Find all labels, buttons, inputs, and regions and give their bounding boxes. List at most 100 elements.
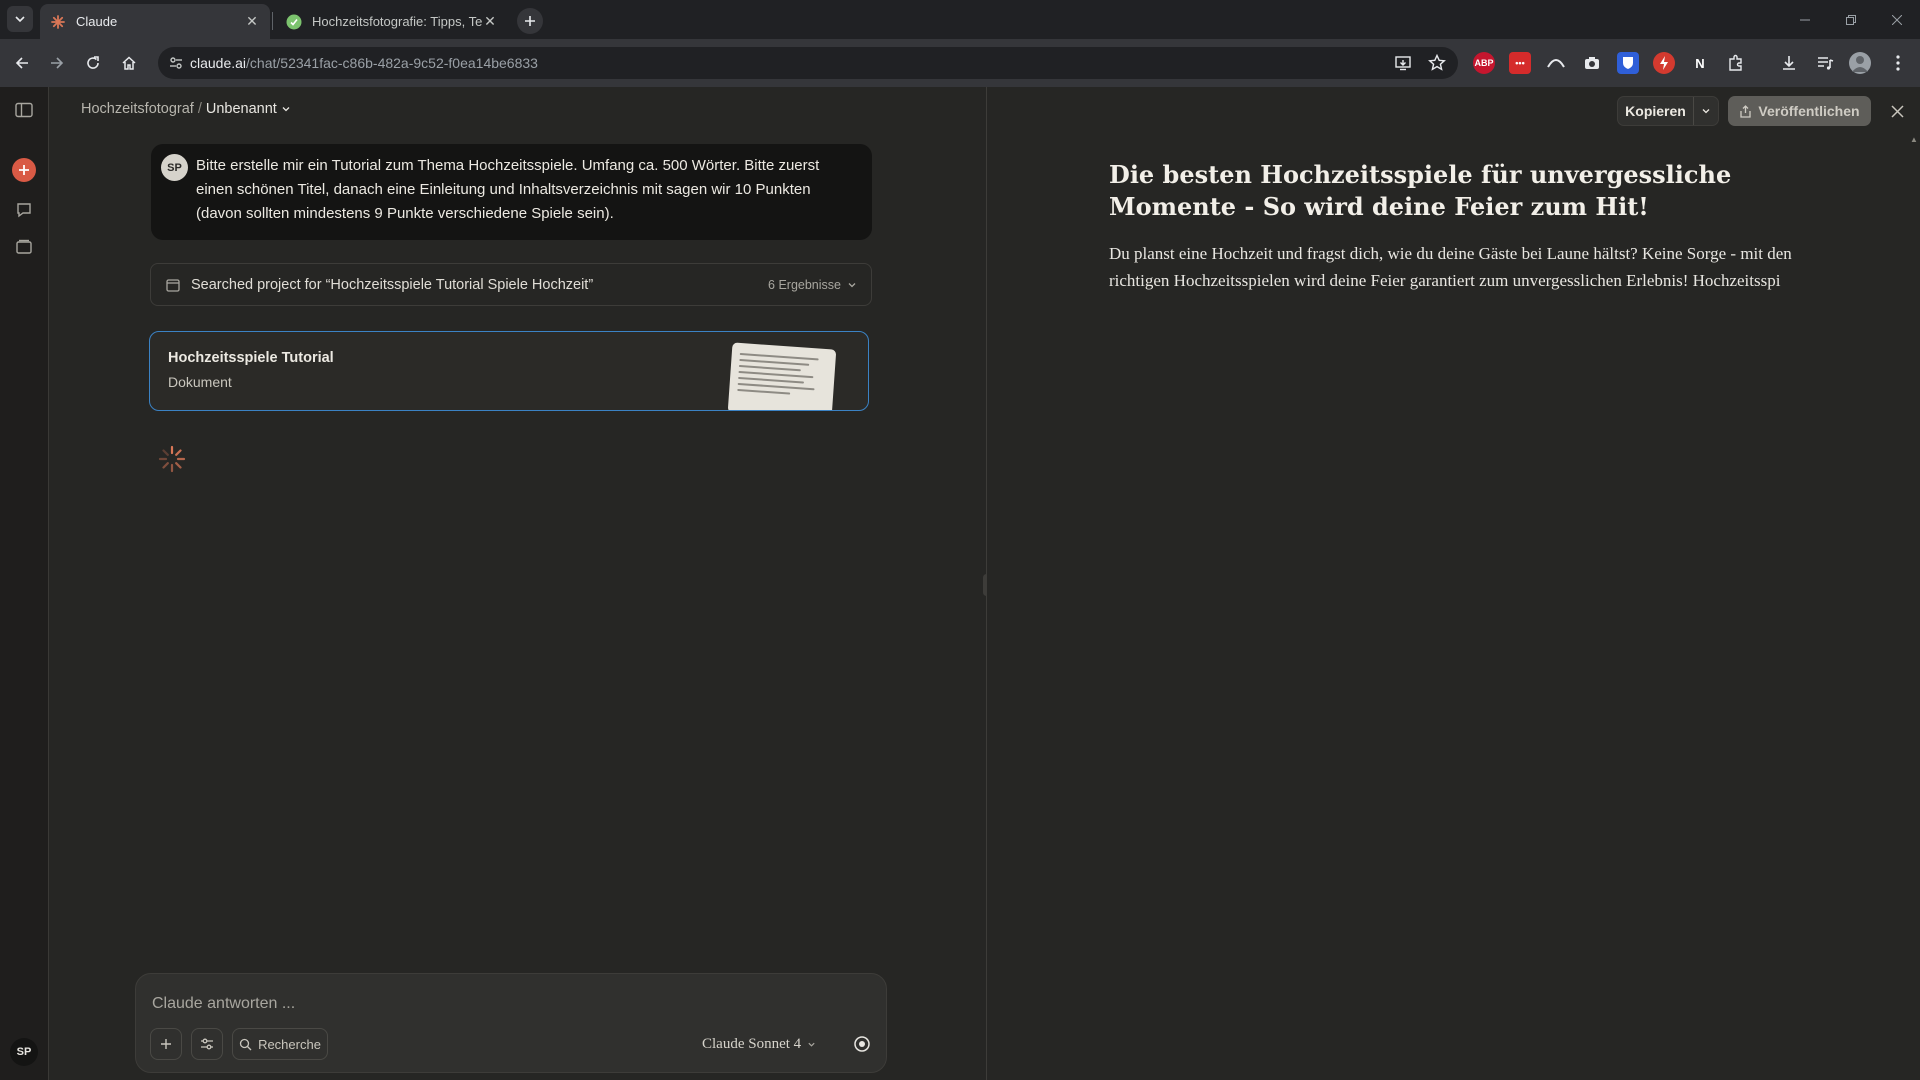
url-path: /chat/52341fac-c86b-482a-9c52-f0ea14be68… [246, 55, 538, 71]
close-tab-icon[interactable]: ✕ [244, 13, 260, 30]
breadcrumb-project-link[interactable]: Hochzeitsfotograf [81, 101, 194, 117]
loading-spinner-icon [158, 445, 186, 473]
chat-panel: Hochzeitsfotograf / Unbenannt SP Bitte e… [49, 87, 986, 1080]
copy-button[interactable]: Kopieren [1618, 97, 1694, 125]
result-count-label: 6 Ergebnisse [768, 277, 841, 292]
bitwarden-extension-icon[interactable] [1617, 52, 1639, 74]
chevron-down-icon [15, 16, 25, 23]
close-window-button[interactable] [1874, 0, 1920, 39]
tab-search-button[interactable] [7, 6, 33, 32]
minimize-icon [1800, 19, 1810, 20]
user-message: SP Bitte erstelle mir ein Tutorial zum T… [151, 144, 872, 240]
adblock-extension-icon[interactable]: ABP [1473, 52, 1495, 74]
browser-toolbar: claude.ai/chat/52341fac-c86b-482a-9c52-f… [0, 39, 1920, 87]
folder-icon [16, 239, 32, 254]
search-icon [239, 1038, 252, 1050]
tab-title: Hochzeitsfotografie: Tipps, Tec [312, 14, 482, 29]
publish-button[interactable]: Veröffentlichen [1728, 96, 1871, 126]
install-app-icon[interactable] [1394, 54, 1412, 72]
close-artifact-button[interactable] [1886, 100, 1908, 122]
projects-button[interactable] [12, 235, 36, 259]
plus-icon [161, 1039, 171, 1049]
record-icon [854, 1036, 870, 1052]
extensions-puzzle-icon[interactable] [1725, 52, 1747, 74]
archive-box-icon [165, 277, 181, 293]
chat-title-dropdown[interactable]: Unbenannt [206, 101, 277, 117]
back-button[interactable] [10, 51, 34, 75]
new-tab-button[interactable] [517, 8, 543, 34]
message-input[interactable] [150, 992, 850, 1016]
artifact-document-card[interactable]: Hochzeitsspiele Tutorial Dokument [149, 331, 869, 411]
voice-mode-button[interactable] [846, 1028, 878, 1060]
sidebar-toggle-icon [15, 102, 33, 118]
restore-window-button[interactable] [1828, 0, 1874, 39]
breadcrumb: Hochzeitsfotograf / Unbenannt [81, 101, 291, 117]
chevron-down-icon [848, 282, 856, 287]
close-tab-icon[interactable]: ✕ [482, 13, 498, 30]
share-upload-icon [1740, 104, 1752, 118]
forward-button[interactable] [45, 51, 69, 75]
close-icon [1890, 104, 1904, 118]
search-query-text: Searched project for “Hochzeitsspiele Tu… [191, 276, 594, 293]
chat-bubble-icon [17, 203, 31, 218]
minimize-window-button[interactable] [1782, 0, 1828, 39]
model-selector[interactable]: Claude Sonnet 4 [702, 1036, 816, 1053]
camera-extension-icon[interactable] [1581, 52, 1603, 74]
chats-button[interactable] [12, 198, 36, 222]
user-message-avatar: SP [161, 154, 188, 181]
project-search-result[interactable]: Searched project for “Hochzeitsspiele Tu… [150, 263, 872, 306]
copy-button-group: Kopieren [1617, 96, 1719, 126]
artifact-body-text: Du planst eine Hochzeit und fragst dich,… [1109, 244, 1792, 290]
downloads-icon[interactable] [1778, 52, 1800, 74]
home-icon [122, 56, 136, 70]
chevron-down-icon [808, 1042, 815, 1047]
chevron-down-icon[interactable] [281, 104, 291, 114]
flash-extension-icon[interactable] [1653, 52, 1675, 74]
browser-tab-bar: Claude ✕ Hochzeitsfotografie: Tipps, Tec… [0, 0, 1920, 39]
research-button[interactable]: Recherche [232, 1028, 328, 1060]
sliders-icon [201, 1038, 213, 1050]
artifact-panel: Kopieren Veröffentlichen ▲ Die besten Ho… [987, 87, 1920, 1080]
copy-options-button[interactable] [1694, 106, 1718, 116]
tab-separator [272, 12, 273, 30]
publish-label: Veröffentlichen [1758, 103, 1860, 119]
bookmark-star-icon[interactable] [1428, 54, 1446, 72]
lastpass-extension-icon[interactable]: ••• [1509, 52, 1531, 74]
address-bar[interactable]: claude.ai/chat/52341fac-c86b-482a-9c52-f… [158, 47, 1458, 79]
research-label: Recherche [258, 1036, 321, 1052]
tab-claude[interactable]: Claude ✕ [40, 4, 270, 39]
scrollbar-up-arrow[interactable]: ▲ [1910, 135, 1918, 144]
artifact-title: Die besten Hochzeitsspiele für unvergess… [1109, 160, 1732, 221]
plus-icon [19, 165, 29, 175]
tab-hochzeitsfotografie[interactable]: Hochzeitsfotografie: Tipps, Tec ✕ [276, 4, 508, 39]
claude-logo-icon [50, 14, 66, 30]
media-controls-icon[interactable] [1814, 52, 1836, 74]
url-host: claude.ai [190, 55, 247, 71]
message-composer: Recherche Claude Sonnet 4 [135, 973, 887, 1073]
profile-avatar-icon[interactable] [1849, 52, 1871, 74]
arrow-left-icon [15, 57, 28, 69]
restore-icon [1846, 14, 1856, 25]
wave-extension-icon[interactable] [1545, 52, 1567, 74]
arrow-right-icon [51, 57, 64, 69]
add-attachment-button[interactable] [150, 1028, 182, 1060]
breadcrumb-separator: / [197, 101, 202, 117]
app-sidebar-rail: SP [0, 87, 49, 1080]
browser-menu-icon[interactable] [1887, 52, 1909, 74]
user-avatar[interactable]: SP [10, 1038, 38, 1066]
tab-title: Claude [76, 14, 118, 29]
site-favicon-icon [286, 14, 302, 30]
reload-icon [87, 56, 99, 69]
site-settings-icon[interactable] [158, 55, 190, 71]
new-chat-button[interactable] [12, 158, 36, 182]
tools-button[interactable] [191, 1028, 223, 1060]
home-button[interactable] [117, 51, 141, 75]
model-name: Claude Sonnet 4 [702, 1036, 802, 1052]
toggle-sidebar-button[interactable] [12, 98, 36, 122]
reload-button[interactable] [81, 51, 105, 75]
document-thumbnail [727, 342, 837, 410]
url-text: claude.ai/chat/52341fac-c86b-482a-9c52-f… [190, 55, 538, 71]
close-icon [1892, 14, 1902, 25]
search-result-count[interactable]: 6 Ergebnisse [768, 278, 857, 292]
notion-extension-icon[interactable]: N [1689, 52, 1711, 74]
